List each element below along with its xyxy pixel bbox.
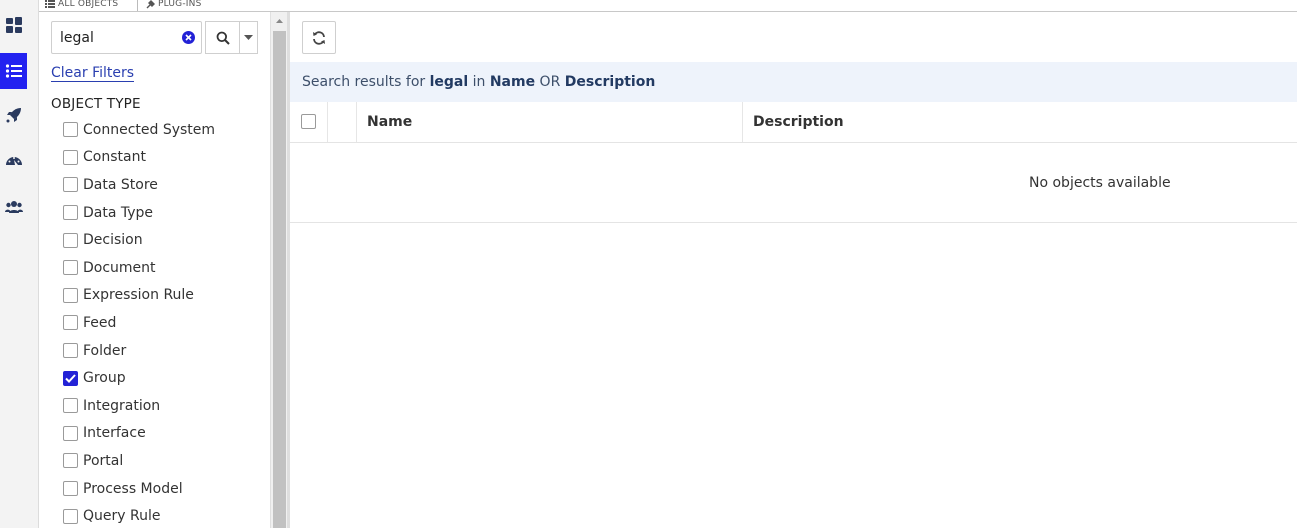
object-type-data-store[interactable]: Data Store [63,171,215,199]
checkbox[interactable] [63,260,78,276]
left-nav-rail [0,0,39,528]
checkbox[interactable] [63,481,78,497]
clear-search-icon[interactable] [182,31,195,44]
checkbox[interactable] [63,232,78,248]
column-separator [742,102,743,142]
search-field-description: Description [564,74,656,90]
scroll-up-arrow-icon [276,18,283,23]
refresh-icon [313,30,325,45]
search-term: legal [429,74,469,90]
refresh-button[interactable] [302,21,336,54]
object-type-decision[interactable]: Decision [63,226,215,254]
filter-scrollbar[interactable] [270,12,287,528]
search-options-dropdown[interactable] [239,21,258,54]
search-icon [216,31,230,45]
scroll-up-button[interactable] [271,12,288,29]
object-type-feed[interactable]: Feed [63,309,215,337]
clear-filters-link[interactable]: Clear Filters [51,65,135,82]
tab-all-objects[interactable]: ALL OBJECTS [45,0,118,11]
object-type-portal[interactable]: Portal [63,447,215,475]
checkbox[interactable] [63,508,78,524]
column-separator [327,102,328,142]
checkbox[interactable] [63,453,78,469]
object-type-document[interactable]: Document [63,254,215,282]
search-results-summary: Search results for legal in Name OR Desc… [290,62,1297,102]
checkbox[interactable] [63,205,78,221]
plug-icon [146,0,155,8]
checkbox-checked[interactable] [63,370,78,386]
object-type-connected-system[interactable]: Connected System [63,116,215,144]
checkbox[interactable] [63,315,78,331]
column-separator [356,102,357,142]
results-table-header: Name Description [290,102,1297,143]
object-type-expression-rule[interactable]: Expression Rule [63,282,215,310]
tab-plug-ins[interactable]: PLUG-INS [137,0,202,11]
dashboard-icon [5,17,22,33]
object-type-heading: OBJECT TYPE [51,96,141,112]
object-type-process-model[interactable]: Process Model [63,475,215,503]
search-box [51,21,202,54]
checkbox[interactable] [63,287,78,303]
column-header-description[interactable]: Description [753,114,844,130]
rail-deploy-button[interactable] [0,97,27,133]
object-type-data-type[interactable]: Data Type [63,199,215,227]
object-type-folder[interactable]: Folder [63,337,215,365]
rail-monitor-button[interactable] [0,143,27,179]
caret-down-icon [244,35,253,40]
list-icon [45,0,55,8]
checkbox[interactable] [63,177,78,193]
checkbox[interactable] [63,122,78,138]
checkbox[interactable] [63,398,78,414]
check-icon [65,373,76,383]
checkbox[interactable] [63,149,78,165]
tab-strip: ALL OBJECTS PLUG-INS [39,0,1297,12]
rail-users-button[interactable] [0,189,27,225]
rocket-icon [6,108,21,123]
gauge-icon [5,157,22,165]
search-field-name: Name [489,74,536,90]
column-header-name[interactable]: Name [367,114,412,130]
tab-plug-ins-label: PLUG-INS [158,0,202,9]
object-type-group[interactable]: Group [63,364,215,392]
empty-results-row: No objects available [290,143,1297,223]
rail-dashboard-button[interactable] [0,7,27,43]
search-button[interactable] [205,21,240,54]
checkbox[interactable] [63,425,78,441]
select-all-checkbox[interactable] [301,114,316,129]
object-type-query-rule[interactable]: Query Rule [63,502,215,528]
filter-panel: Clear Filters OBJECT TYPE Connected Syst… [39,12,270,528]
search-input[interactable] [60,28,178,48]
object-type-list: Connected System Constant Data Store Dat… [63,116,215,528]
rail-objects-button[interactable] [0,53,27,89]
tab-all-objects-label: ALL OBJECTS [58,0,119,9]
main-content: Search results for legal in Name OR Desc… [290,12,1297,528]
object-type-integration[interactable]: Integration [63,392,215,420]
checkbox[interactable] [63,343,78,359]
scroll-thumb[interactable] [273,31,286,528]
object-type-constant[interactable]: Constant [63,144,215,172]
list-icon [5,64,22,78]
object-type-interface[interactable]: Interface [63,420,215,448]
empty-message: No objects available [1029,175,1171,191]
users-icon [4,201,23,213]
